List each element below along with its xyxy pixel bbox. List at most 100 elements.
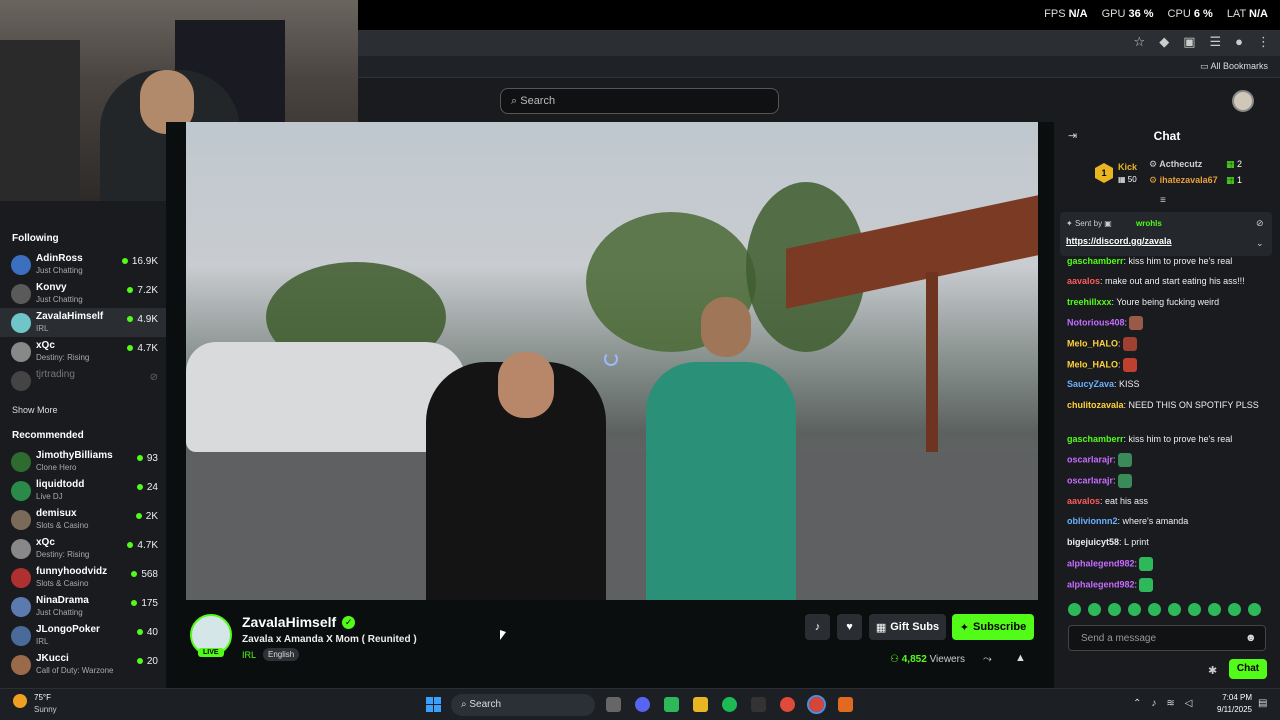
sidebar-channel-item[interactable]: NinaDrama Just Chatting 175 bbox=[0, 592, 166, 621]
chat-username[interactable]: SaucyZava bbox=[1067, 379, 1114, 389]
expand-leaderboard-icon[interactable]: ≡ bbox=[1160, 195, 1166, 206]
chevron-down-icon[interactable]: ⌄ bbox=[1256, 238, 1264, 249]
quick-emote-icon[interactable] bbox=[1208, 603, 1221, 616]
puzzle-icon[interactable]: ▣ bbox=[1183, 34, 1195, 50]
chat-settings-gear-icon[interactable]: ✱ bbox=[1208, 664, 1217, 677]
chat-username[interactable]: alphalegend982 bbox=[1067, 579, 1135, 589]
wifi-icon[interactable]: ≋ bbox=[1166, 698, 1174, 709]
windows-start-icon[interactable] bbox=[426, 697, 441, 712]
chat-username[interactable]: bigejuicyt58 bbox=[1067, 537, 1119, 547]
taskbar-search[interactable]: ⌕ Search bbox=[451, 694, 595, 716]
chrome-active-icon[interactable] bbox=[807, 695, 826, 714]
search-input[interactable]: ⌕ Search bbox=[500, 88, 779, 114]
chat-message-input[interactable]: Send a message bbox=[1068, 625, 1266, 651]
live-dot-icon bbox=[136, 484, 143, 490]
chat-username[interactable]: gaschamberr bbox=[1067, 434, 1124, 444]
quick-emote-icon[interactable] bbox=[1188, 603, 1201, 616]
all-bookmarks-button[interactable]: ▭ All Bookmarks bbox=[1200, 61, 1268, 72]
chrome-icon[interactable] bbox=[780, 697, 795, 712]
bookmark-star-icon[interactable]: ☆ bbox=[1134, 34, 1146, 50]
chat-text: : KISS bbox=[1114, 379, 1140, 389]
language-tag[interactable]: English bbox=[263, 648, 300, 661]
pinned-link[interactable]: https://discord.gg/zavala bbox=[1066, 236, 1172, 246]
quick-emote-icon[interactable] bbox=[1168, 603, 1181, 616]
sidebar-channel-item[interactable]: JimothyBilliams Clone Hero 93 bbox=[0, 447, 166, 476]
weather-description[interactable]: Sunny bbox=[34, 705, 57, 714]
chat-message: alphalegend982: bbox=[1067, 557, 1273, 571]
sidebar-channel-item[interactable]: demisux Slots & Casino 2K bbox=[0, 505, 166, 534]
quick-emote-icon[interactable] bbox=[1148, 603, 1161, 616]
chat-username[interactable]: alphalegend982 bbox=[1067, 558, 1135, 568]
chat-username[interactable]: treehillxxx bbox=[1067, 297, 1112, 307]
app-icon[interactable] bbox=[838, 697, 853, 712]
menu-dots-icon[interactable]: ⋮ bbox=[1257, 34, 1270, 50]
pinned-user[interactable]: wrohls bbox=[1136, 219, 1162, 228]
sidebar-channel-item[interactable]: xQc Destiny: Rising 4.7K bbox=[0, 534, 166, 563]
chat-username[interactable]: gaschamberr bbox=[1067, 256, 1124, 266]
hide-pin-icon[interactable]: ⊘ bbox=[1256, 218, 1264, 229]
sidebar-channel-item[interactable]: AdinRoss Just Chatting 16.9K bbox=[0, 250, 166, 279]
chat-username[interactable]: Melo_HALO bbox=[1067, 359, 1118, 369]
quick-emote-icon[interactable] bbox=[1108, 603, 1121, 616]
discord-icon[interactable] bbox=[635, 697, 650, 712]
page-scrollbar[interactable] bbox=[1040, 122, 1054, 600]
follow-button[interactable]: ♥ bbox=[837, 614, 862, 640]
chat-text: : bbox=[1113, 475, 1116, 486]
quick-emote-icon[interactable] bbox=[1128, 603, 1141, 616]
sidebar-channel-item[interactable]: ZavalaHimself IRL 4.9K bbox=[0, 308, 166, 337]
quick-emote-icon[interactable] bbox=[1088, 603, 1101, 616]
user-avatar[interactable] bbox=[1232, 90, 1254, 112]
sidebar-channel-item[interactable]: funnyhoodvidz Slots & Casino 568 bbox=[0, 563, 166, 592]
sidebar-channel-item[interactable]: tjrtrading ⊘ bbox=[0, 366, 166, 395]
microphone-icon[interactable]: ♪ bbox=[1151, 698, 1156, 709]
notification-bell-button[interactable]: ♪ bbox=[805, 614, 830, 640]
leaderboard-user[interactable]: ⚙ Acthecutz bbox=[1149, 159, 1202, 170]
chat-username[interactable]: aavalos bbox=[1067, 276, 1100, 286]
gift-subs-button[interactable]: ▦ Gift Subs bbox=[869, 614, 946, 640]
chat-text: : Youre being fucking weird bbox=[1111, 297, 1220, 307]
profile-icon[interactable]: ● bbox=[1235, 34, 1243, 50]
extension-icon[interactable]: ◆ bbox=[1159, 34, 1169, 50]
share-icon[interactable]: ⤳ bbox=[983, 653, 992, 666]
chat-username[interactable]: Notorious408 bbox=[1067, 317, 1125, 327]
chat-username[interactable]: aavalos bbox=[1067, 496, 1100, 506]
quick-emote-icon[interactable] bbox=[1068, 603, 1081, 616]
clock-time[interactable]: 7:04 PM bbox=[1222, 693, 1252, 702]
notification-icon[interactable]: ▤ bbox=[1258, 698, 1267, 709]
channel-avatar bbox=[11, 255, 31, 275]
weather-sun-icon[interactable] bbox=[13, 694, 27, 708]
clock-date[interactable]: 9/11/2025 bbox=[1212, 705, 1252, 714]
emoji-icon[interactable]: ☻ bbox=[1245, 632, 1257, 644]
sidebar-channel-item[interactable]: Konvy Just Chatting 7.2K bbox=[0, 279, 166, 308]
media-icon[interactable]: ☰ bbox=[1209, 34, 1221, 50]
chevron-up-icon[interactable]: ⌃ bbox=[1133, 698, 1141, 709]
chat-username[interactable]: oscarlarajr bbox=[1067, 454, 1113, 464]
leaderboard-user[interactable]: ⚙ ihatezavala67 bbox=[1149, 175, 1218, 186]
report-icon[interactable]: ▲ bbox=[1015, 652, 1026, 664]
sidebar-channel-item[interactable]: JKucci Call of Duty: Warzone 20 bbox=[0, 650, 166, 679]
video-player[interactable] bbox=[186, 122, 1038, 600]
stream-category[interactable]: IRL bbox=[242, 650, 256, 660]
task-view-icon[interactable] bbox=[606, 697, 621, 712]
weather-temperature[interactable]: 75°F bbox=[34, 693, 51, 702]
sidebar-channel-item[interactable]: liquidtodd Live DJ 24 bbox=[0, 476, 166, 505]
chat-username[interactable]: oscarlarajr bbox=[1067, 475, 1113, 485]
sidebar-channel-item[interactable]: JLongoPoker IRL 40 bbox=[0, 621, 166, 650]
terminal-icon[interactable] bbox=[751, 697, 766, 712]
chat-username[interactable]: oblivionnn2 bbox=[1067, 516, 1118, 526]
file-explorer-icon[interactable] bbox=[693, 697, 708, 712]
emote-icon bbox=[1139, 557, 1154, 571]
kick-app-icon[interactable] bbox=[664, 697, 679, 712]
channel-avatar bbox=[11, 342, 31, 362]
streamer-name[interactable]: ZavalaHimself ✓ bbox=[242, 614, 356, 630]
chat-username[interactable]: Melo_HALO bbox=[1067, 338, 1118, 348]
quick-emote-icon[interactable] bbox=[1248, 603, 1261, 616]
sidebar-channel-item[interactable]: xQc Destiny: Rising 4.7K bbox=[0, 337, 166, 366]
chat-send-button[interactable]: Chat bbox=[1229, 659, 1267, 679]
spotify-icon[interactable] bbox=[722, 697, 737, 712]
show-more-button[interactable]: Show More bbox=[12, 405, 58, 415]
chat-username[interactable]: chulitozavala bbox=[1067, 400, 1124, 410]
quick-emote-icon[interactable] bbox=[1228, 603, 1241, 616]
subscribe-button[interactable]: ✦ Subscribe bbox=[952, 614, 1034, 640]
volume-icon[interactable]: ◁ bbox=[1185, 698, 1193, 709]
